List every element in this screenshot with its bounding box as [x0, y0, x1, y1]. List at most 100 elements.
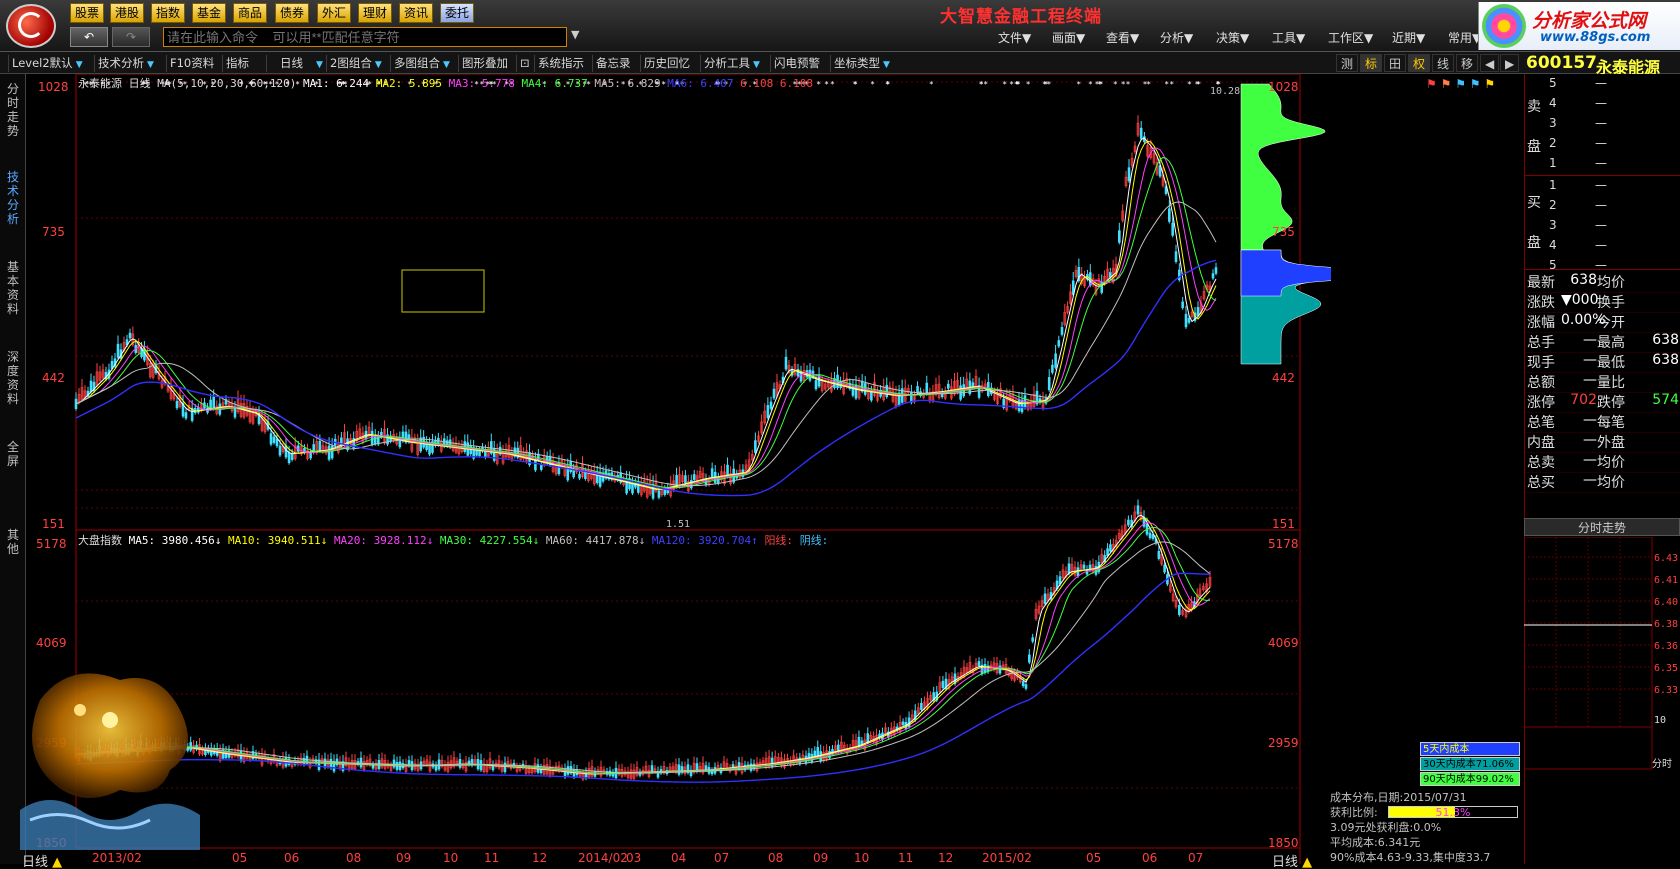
- analysis-tools-select[interactable]: 分析工具 ▼: [700, 55, 763, 72]
- nav-news-button[interactable]: 资讯: [399, 3, 434, 23]
- tab-deep-info[interactable]: 深度资料: [4, 350, 22, 406]
- tab-other[interactable]: 其他: [4, 528, 22, 556]
- event-marker-icon[interactable]: *: [929, 80, 934, 89]
- sell-order-row[interactable]: 1—: [1525, 156, 1680, 177]
- mark-button[interactable]: 标: [1360, 54, 1383, 72]
- event-marker-icon[interactable]: *: [983, 80, 988, 89]
- event-marker-icon[interactable]: *: [886, 80, 891, 89]
- event-marker-icon[interactable]: *: [853, 80, 858, 89]
- lock-icon[interactable]: ⊡: [516, 55, 533, 72]
- nav-index-button[interactable]: 指数: [151, 3, 186, 23]
- event-marker-icon[interactable]: *: [1046, 80, 1051, 89]
- ma-value-5: MA120: 3920.704↑: [651, 534, 765, 547]
- event-marker-icon[interactable]: *: [1169, 80, 1174, 89]
- buy-order-row[interactable]: 3—: [1525, 218, 1680, 239]
- memo-button[interactable]: 备忘录: [592, 55, 634, 72]
- sell-order-row[interactable]: 3—: [1525, 116, 1680, 137]
- flag-icon[interactable]: ⚑: [1426, 77, 1437, 91]
- nav-wealth-button[interactable]: 理财: [358, 3, 393, 23]
- tab-tech-analysis[interactable]: 技术分析: [4, 170, 22, 226]
- grid-button[interactable]: 田: [1384, 54, 1407, 72]
- event-marker-icon[interactable]: *: [1076, 80, 1081, 89]
- buy-order-row[interactable]: 2—: [1525, 198, 1680, 219]
- candle: [784, 356, 788, 370]
- buy-order-row[interactable]: 1—: [1525, 178, 1680, 199]
- event-marker-icon[interactable]: *: [1026, 80, 1031, 89]
- event-marker-icon[interactable]: *: [1143, 80, 1148, 89]
- nav-bond-button[interactable]: 债券: [275, 3, 310, 23]
- menu-recent[interactable]: 近期▼: [1392, 29, 1425, 46]
- flash-alert-button[interactable]: 闪电预警: [770, 55, 823, 72]
- sell-order-row[interactable]: 4—: [1525, 96, 1680, 117]
- command-dropdown-icon[interactable]: ▼: [571, 28, 579, 41]
- x-axis-label: 07: [1188, 851, 1204, 865]
- move-button[interactable]: 移: [1456, 54, 1479, 72]
- kline-chart[interactable]: ** ** * ** ** *** *** * ** * * * *** ** ** *** *** ** ** **…: [26, 74, 1331, 864]
- layout-select[interactable]: Level2默认 ▼: [8, 55, 86, 72]
- tech-analysis-select[interactable]: 技术分析 ▼: [94, 55, 157, 72]
- sell-order-row[interactable]: 2—: [1525, 136, 1680, 157]
- flag-icon[interactable]: ⚑: [1455, 77, 1466, 91]
- nav-left-icon[interactable]: ◀: [1480, 54, 1500, 72]
- event-marker-icon[interactable]: *: [1187, 80, 1192, 89]
- sell-order-row[interactable]: 5—: [1525, 76, 1680, 97]
- event-marker-icon[interactable]: *: [1113, 80, 1118, 89]
- indicator-button[interactable]: 指标: [222, 55, 252, 72]
- menu-analysis[interactable]: 分析▼: [1160, 29, 1193, 46]
- event-marker-icon[interactable]: *: [816, 80, 821, 89]
- event-marker-icon[interactable]: *: [1088, 80, 1093, 89]
- f10-button[interactable]: F10资料: [166, 55, 217, 72]
- nav-stocks-button[interactable]: 股票: [70, 3, 105, 23]
- command-input[interactable]: [163, 27, 567, 47]
- nav-forex-button[interactable]: 外汇: [317, 3, 352, 23]
- period-select[interactable]: 日线 ▼: [266, 55, 326, 72]
- selection-box[interactable]: [401, 269, 485, 313]
- menu-workspace[interactable]: 工作区▼: [1328, 29, 1373, 46]
- event-marker-icon[interactable]: *: [830, 80, 835, 89]
- event-marker-icon[interactable]: *: [1002, 80, 1007, 89]
- nav-right-icon[interactable]: ▶: [1500, 54, 1520, 72]
- history-button[interactable]: 历史回忆: [640, 55, 693, 72]
- back-button[interactable]: ↶: [70, 27, 108, 47]
- period-indicator[interactable]: 日线 ▲: [22, 851, 62, 869]
- menu-common[interactable]: 常用▼: [1448, 29, 1481, 46]
- cost-legend-90d: 90天内成本99.02%: [1420, 772, 1520, 786]
- flag-icon[interactable]: ⚑: [1441, 77, 1452, 91]
- nav-fund-button[interactable]: 基金: [192, 3, 227, 23]
- menu-screen[interactable]: 画面▼: [1052, 29, 1085, 46]
- intraday-mini-chart[interactable]: 6.43 6.41 6.40 6.38 6.36 6.35 6.33 10 分时: [1524, 537, 1680, 772]
- event-marker-icon[interactable]: *: [1016, 80, 1021, 89]
- flag-icon[interactable]: ⚑: [1484, 77, 1495, 91]
- menu-decision[interactable]: 决策▼: [1216, 29, 1249, 46]
- system-indicator-button[interactable]: 系统指示: [534, 55, 587, 72]
- nav-commodity-button[interactable]: 商品: [233, 3, 268, 23]
- event-marker-icon[interactable]: *: [824, 80, 829, 89]
- line-button[interactable]: 线: [1432, 54, 1455, 72]
- overlay-button[interactable]: 图形叠加: [458, 55, 511, 72]
- menu-view[interactable]: 查看▼: [1106, 29, 1139, 46]
- tab-basic-info[interactable]: 基本资料: [4, 260, 22, 316]
- forward-button[interactable]: ↷: [112, 27, 150, 47]
- measure-button[interactable]: 测: [1336, 54, 1359, 72]
- rights-button[interactable]: 权: [1408, 54, 1431, 72]
- tab-fullscreen[interactable]: 全屏: [4, 440, 22, 468]
- event-marker-icon[interactable]: *: [1097, 80, 1102, 89]
- tab-intraday[interactable]: 分时走势: [4, 82, 22, 138]
- axis-type-select[interactable]: 坐标类型 ▼: [830, 55, 893, 72]
- two-chart-select[interactable]: 2图组合 ▼: [326, 55, 385, 72]
- event-marker-icon[interactable]: *: [1196, 80, 1201, 89]
- intraday-tab[interactable]: 分时走势: [1524, 518, 1680, 536]
- event-marker-icon[interactable]: *: [1164, 80, 1169, 89]
- event-marker-icon[interactable]: *: [1126, 80, 1131, 89]
- period-indicator-right[interactable]: 日线 ▲: [1272, 851, 1312, 869]
- nav-hk-button[interactable]: 港股: [110, 3, 145, 23]
- order-level: 1: [1549, 156, 1557, 170]
- buy-order-row[interactable]: 4—: [1525, 238, 1680, 259]
- menu-tools[interactable]: 工具▼: [1272, 29, 1305, 46]
- flag-icon[interactable]: ⚑: [1470, 77, 1481, 91]
- event-marker-icon[interactable]: *: [870, 80, 875, 89]
- multi-chart-select[interactable]: 多图组合 ▼: [390, 55, 453, 72]
- nav-trade-button[interactable]: 委托: [440, 3, 475, 23]
- menu-file[interactable]: 文件▼: [998, 29, 1031, 46]
- stock-code: 600157: [1526, 53, 1597, 73]
